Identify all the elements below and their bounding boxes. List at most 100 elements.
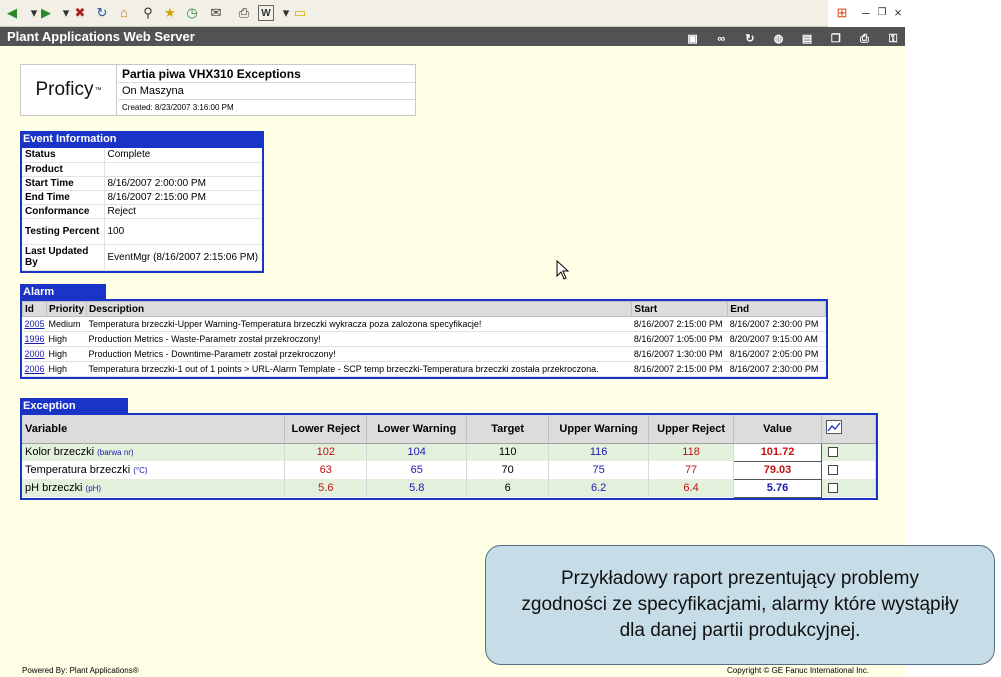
alarm-row: 2005 Medium Temperatura brzeczki-Upper War…	[22, 316, 826, 332]
alarm-id-cell: 2006	[22, 361, 47, 377]
chart-checkbox[interactable]	[827, 483, 838, 494]
alarm-priority: High	[46, 331, 87, 347]
close-icon[interactable]: ×	[890, 5, 906, 21]
alarm-end: 8/16/2007 2:30:00 PM	[727, 316, 826, 332]
event-info-row: Start Time 8/16/2007 2:00:00 PM	[22, 176, 262, 191]
note-icon[interactable]: ▭	[292, 5, 308, 21]
restore-icon[interactable]: ❐	[874, 5, 890, 21]
col-priority[interactable]: Priority	[46, 301, 88, 317]
alarm-table: Id Priority Description Start End 2005 Me…	[21, 301, 826, 377]
event-info-title: Event Information	[20, 131, 264, 147]
print-icon[interactable]: ⎙	[856, 32, 872, 46]
stop-icon[interactable]: ✖	[72, 5, 88, 21]
refresh-icon[interactable]: ↻	[94, 5, 110, 21]
app-title-bar: Plant Applications Web Server ▣ ∞ ↻ ◍ ▤ …	[0, 27, 905, 46]
alarm-id-link[interactable]: 2005	[25, 319, 45, 329]
binoculars-icon[interactable]: ∞	[713, 32, 729, 46]
report-title: Partia piwa VHX310 Exceptions	[118, 65, 415, 83]
event-info-row: Testing Percent 100	[22, 218, 262, 245]
report-created: Created: 8/23/2007 3:16:00 PM	[122, 103, 234, 112]
alarm-priority: High	[46, 361, 87, 377]
forward-icon[interactable]: ▶	[38, 5, 54, 21]
col-lower-warning[interactable]: Lower Warning	[366, 415, 468, 444]
col-end[interactable]: End	[727, 301, 826, 317]
value-cell: 101.72	[733, 442, 822, 462]
report-header: Proficy ™ Partia piwa VHX310 Exceptions O…	[20, 64, 416, 116]
folder-icon[interactable]: ▤	[799, 32, 815, 46]
target-cell: 70	[466, 461, 550, 479]
alarm-id-link[interactable]: 2000	[25, 349, 45, 359]
event-info-label: Conformance	[22, 204, 105, 219]
chart-checkbox[interactable]	[827, 465, 838, 476]
word-icon[interactable]: W	[258, 5, 274, 21]
exception-row: pH brzeczki (pH) 5.6 5.8 6 6.2 6.4 5.76	[22, 478, 877, 498]
history-icon[interactable]: ◷	[184, 5, 200, 21]
alarm-row: 1996 High Production Metrics - Waste-Param…	[22, 331, 826, 347]
mail-icon[interactable]: ✉	[208, 5, 224, 21]
alarm-id-cell: 2000	[22, 346, 47, 362]
event-info-label: Testing Percent	[22, 218, 105, 245]
lower-warning-cell: 65	[366, 461, 468, 479]
exception-header-row: Variable Lower Reject Lower Warning Targ…	[22, 415, 877, 444]
col-value[interactable]: Value	[733, 415, 822, 444]
app-title: Plant Applications Web Server	[7, 29, 195, 44]
col-description[interactable]: Description	[86, 301, 633, 317]
chart-checkbox-cell	[821, 443, 877, 461]
minimize-icon[interactable]: –	[858, 5, 874, 21]
camera-icon[interactable]: ▣	[685, 32, 701, 46]
alarm-id-link[interactable]: 1996	[25, 334, 45, 344]
footer-copyright: Copyright © GE Fanuc International Inc.	[727, 666, 869, 675]
event-info-table: Status Complete Product Start Time 8/16/2007…	[22, 148, 262, 271]
print-icon[interactable]: ⎙	[236, 5, 252, 21]
alarm-row: 2000 High Production Metrics - Downtime-Pa…	[22, 346, 826, 362]
event-info-row: End Time 8/16/2007 2:15:00 PM	[22, 190, 262, 205]
alarm-id-link[interactable]: 2006	[25, 364, 45, 374]
window-controls: ⊞ – ❐ ×	[828, 0, 1001, 27]
upper-warning-cell: 75	[548, 461, 650, 479]
event-info-label: Status	[22, 148, 105, 163]
alarm-id-cell: 1996	[22, 331, 47, 347]
chart-icon[interactable]	[821, 415, 877, 444]
alarm-priority: High	[46, 346, 87, 362]
col-id[interactable]: Id	[21, 301, 48, 317]
col-variable[interactable]: Variable	[22, 415, 286, 444]
target-cell: 6	[466, 479, 550, 497]
chart-icon-graphic	[825, 420, 842, 435]
alarm-description: Temperatura brzeczki-Upper Warning-Tempe…	[86, 316, 632, 332]
alarm-start: 8/16/2007 1:05:00 PM	[631, 331, 728, 347]
event-info-label: End Time	[22, 190, 105, 205]
event-info-value	[104, 162, 262, 177]
event-info-value: Complete	[104, 148, 262, 163]
col-upper-reject[interactable]: Upper Reject	[648, 415, 735, 444]
footer-powered-by: Powered By: Plant Applications®	[22, 666, 139, 675]
search-icon[interactable]: ⚲	[140, 5, 156, 21]
col-start[interactable]: Start	[631, 301, 729, 317]
key-icon[interactable]: ⚿	[885, 32, 901, 46]
event-info-row: Product	[22, 162, 262, 177]
event-info-value: EventMgr (8/16/2007 2:15:06 PM)	[104, 244, 262, 271]
lower-reject-cell: 63	[284, 461, 368, 479]
alarm-description: Temperatura brzeczki-1 out of 1 points >…	[86, 361, 632, 377]
copy-icon[interactable]: ❐	[828, 32, 844, 46]
globe-icon[interactable]: ◍	[771, 32, 787, 46]
variable-name: Temperatura brzeczki	[25, 464, 131, 476]
alarm-summary-box: Id Priority Description Start End 2005 Me…	[20, 299, 828, 379]
refresh-icon[interactable]: ↻	[742, 32, 758, 46]
exception-variable: Kolor brzeczki (barwa nr)	[22, 443, 286, 461]
chart-checkbox[interactable]	[827, 447, 838, 458]
col-target[interactable]: Target	[466, 415, 550, 444]
exception-summary-box: Variable Lower Reject Lower Warning Targ…	[20, 413, 878, 500]
lower-reject-cell: 102	[284, 443, 368, 461]
callout-text: Przykładowy raport prezentujący problemy…	[521, 568, 959, 641]
upper-reject-cell: 118	[648, 443, 735, 461]
exception-summary-title: Exception Summary	[20, 398, 128, 428]
favorites-icon[interactable]: ★	[162, 5, 178, 21]
home-icon[interactable]: ⌂	[116, 5, 132, 21]
event-info-value: 100	[104, 218, 262, 245]
col-lower-reject[interactable]: Lower Reject	[284, 415, 368, 444]
event-info-row: Last Updated By EventMgr (8/16/2007 2:15:…	[22, 244, 262, 271]
alarm-description: Production Metrics - Downtime-Parametr z…	[86, 346, 632, 362]
alarm-row: 2006 High Temperatura brzeczki-1 out of 1 …	[22, 361, 826, 377]
back-icon[interactable]: ◀	[4, 5, 20, 21]
col-upper-warning[interactable]: Upper Warning	[548, 415, 650, 444]
